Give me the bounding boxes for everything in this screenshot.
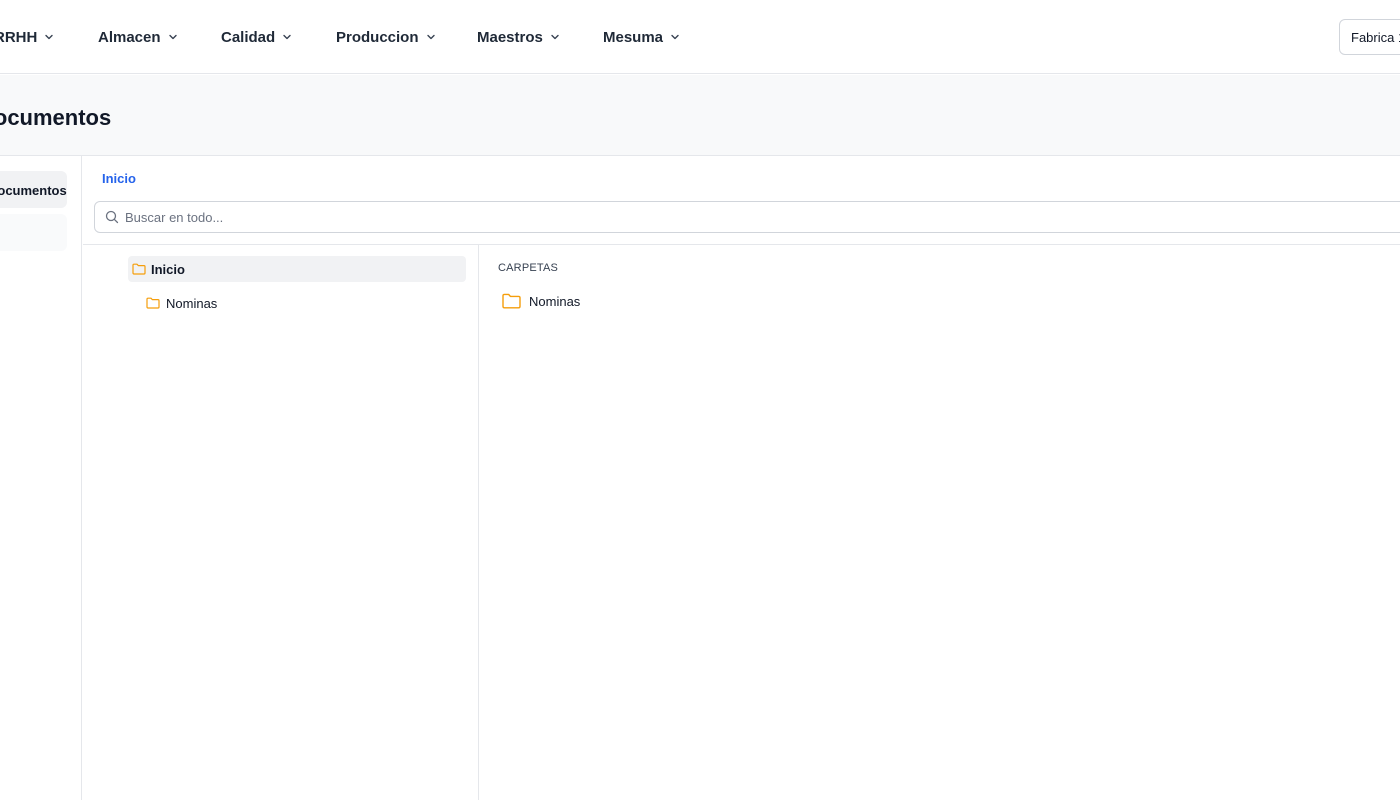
folder-item-label: Nominas <box>529 293 581 309</box>
sidebar: Documentos <box>0 156 82 800</box>
sidebar-item[interactable] <box>0 214 67 251</box>
section-label-carpetas: CARPETAS <box>498 262 559 274</box>
chevron-down-icon <box>281 31 293 43</box>
nav-menu-almacen[interactable]: Almacen <box>98 26 179 48</box>
nav-menu-rrhh[interactable]: RRHH <box>0 26 55 48</box>
chevron-down-icon <box>425 31 437 43</box>
nav-menu-calidad[interactable]: Calidad <box>221 26 293 48</box>
factory-select-value: Fabrica 1 <box>1351 30 1400 45</box>
nav-menu-label: Maestros <box>477 28 543 46</box>
nav-menu-label: Produccion <box>336 28 419 46</box>
folder-item-nominas[interactable]: Nominas <box>502 290 580 312</box>
nav-menu-label: Almacen <box>98 28 161 46</box>
nav-menu-label: RRHH <box>0 28 38 46</box>
sidebar-item-documentos[interactable]: Documentos <box>0 171 67 208</box>
folder-icon <box>132 263 146 275</box>
page-title: Documentos <box>0 105 112 130</box>
nav-menu-maestros[interactable]: Maestros <box>477 26 561 48</box>
chevron-down-icon <box>167 31 179 43</box>
nav-menu-mesuma[interactable]: Mesuma <box>603 26 681 48</box>
nav-menu-label: Mesuma <box>603 28 664 46</box>
chevron-down-icon <box>669 31 681 43</box>
breadcrumb-inicio[interactable]: Inicio <box>102 171 136 186</box>
sidebar-item-label: Documentos <box>0 183 67 198</box>
tree-item-inicio[interactable]: Inicio <box>128 256 466 282</box>
folder-icon <box>146 297 160 309</box>
chevron-down-icon <box>549 31 561 43</box>
chevron-down-icon <box>43 31 55 43</box>
nav-menu-label: Calidad <box>221 28 276 46</box>
factory-select[interactable]: Fabrica 1 <box>1339 19 1400 55</box>
tree-item-label: Inicio <box>151 261 185 277</box>
folder-tree: Inicio Nominas <box>83 245 479 800</box>
page-header: Documentos <box>0 75 1400 156</box>
tree-item-nominas[interactable]: Nominas <box>146 291 217 315</box>
search-input[interactable] <box>125 202 1325 232</box>
search-icon <box>105 210 119 224</box>
search-box <box>94 201 1400 233</box>
folder-icon <box>502 293 521 309</box>
tree-item-label: Nominas <box>166 295 218 311</box>
top-navigation: RRHH Almacen Calidad Produccion Maestros… <box>0 0 1400 74</box>
nav-menu-produccion[interactable]: Produccion <box>336 26 437 48</box>
